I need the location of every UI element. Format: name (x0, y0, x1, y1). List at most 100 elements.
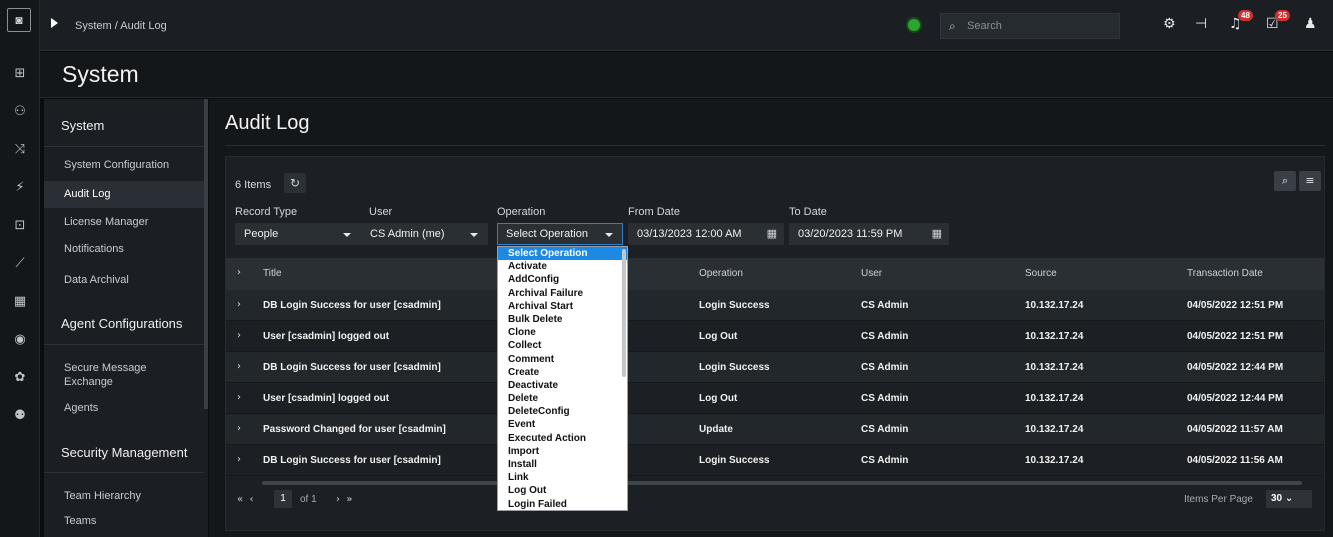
chart-icon[interactable]: ⟋ (0, 256, 40, 271)
cell-operation: Login Success (699, 362, 770, 373)
status-indicator-icon[interactable] (908, 19, 920, 31)
to-date-field[interactable]: 03/20/2023 11:59 PM ▦ (789, 223, 949, 245)
expand-row-icon[interactable]: › (237, 423, 241, 434)
operation-option[interactable]: Login Failed (498, 498, 627, 510)
expand-all-icon[interactable]: › (237, 267, 241, 278)
cell-user: CS Admin (861, 393, 909, 404)
next-last-page-button[interactable]: › » (336, 494, 352, 505)
operation-option[interactable]: Comment (498, 353, 627, 366)
operation-option[interactable]: Event (498, 418, 627, 431)
column-title[interactable]: Title (263, 268, 282, 279)
operation-option[interactable]: Archival Start (498, 300, 627, 313)
search-input[interactable] (967, 17, 1115, 35)
sidebar-item-audit-log[interactable]: Audit Log (44, 181, 204, 208)
from-date-label: From Date (628, 206, 680, 218)
operation-option[interactable]: Create (498, 366, 627, 379)
sidebar-item-system-configuration[interactable]: System Configuration (44, 158, 204, 172)
lightning-icon[interactable]: ⚡ (0, 180, 40, 195)
expand-row-icon[interactable]: › (237, 392, 241, 403)
table-horizontal-scrollbar[interactable] (262, 481, 1302, 485)
operation-select[interactable]: Select Operation (497, 223, 623, 245)
operation-dropdown-list[interactable]: Select Operation Activate AddConfig Arch… (497, 246, 628, 511)
user-profile-icon[interactable]: ♟ (1304, 16, 1317, 32)
operation-option[interactable]: Delete (498, 392, 627, 405)
teams-icon[interactable]: ⚇ (0, 104, 40, 119)
table-row[interactable]: › DB Login Success for user [csadmin] Lo… (226, 352, 1324, 383)
users-icon[interactable]: ⚉ (0, 408, 40, 423)
calendar-icon[interactable]: ▦ (767, 224, 777, 244)
column-transaction-date[interactable]: Transaction Date (1187, 268, 1263, 279)
menu-button[interactable]: ≡ (1299, 171, 1321, 191)
cell-source: 10.132.17.24 (1025, 455, 1084, 466)
tasks-icon[interactable]: ☑ 25 (1266, 10, 1290, 32)
table-row[interactable]: › User [csadmin] logged out Log Out CS A… (226, 383, 1324, 414)
column-user[interactable]: User (861, 268, 882, 279)
record-type-select[interactable]: People (235, 223, 361, 245)
cell-source: 10.132.17.24 (1025, 331, 1084, 342)
chevron-down-icon (605, 233, 613, 237)
table-row[interactable]: › Password Changed for user [csadmin] Up… (226, 414, 1324, 445)
expand-row-icon[interactable]: › (237, 299, 241, 310)
sidebar-item-teams[interactable]: Teams (44, 514, 204, 528)
from-date-field[interactable]: 03/13/2023 12:00 AM ▦ (628, 223, 784, 245)
sidebar-item-agents[interactable]: Agents (44, 401, 204, 415)
briefcase-icon[interactable]: ⊡ (0, 218, 40, 233)
sidebar-item-secure-message-exchange[interactable]: Secure Message Exchange (44, 361, 154, 389)
operation-option[interactable]: Clone (498, 326, 627, 339)
search-icon: ⌕ (949, 19, 956, 33)
breadcrumb[interactable]: System / Audit Log (75, 20, 167, 32)
refresh-button[interactable]: ↻ (284, 173, 306, 193)
operation-option[interactable]: Collect (498, 339, 627, 352)
table-row[interactable]: › User [csadmin] logged out Log Out CS A… (226, 321, 1324, 352)
first-prev-page-button[interactable]: « ‹ (237, 494, 253, 505)
search-toggle-button[interactable]: ⌕ (1274, 171, 1296, 191)
hierarchy-icon[interactable]: ⊣ (1195, 16, 1207, 32)
operation-option[interactable]: Select Operation (498, 247, 627, 261)
items-per-page-select[interactable]: 30 ⌄ (1266, 490, 1312, 508)
sidebar-item-team-hierarchy[interactable]: Team Hierarchy (44, 489, 204, 503)
settings-ring-icon[interactable]: ✿ (0, 370, 40, 385)
operation-option[interactable]: Link (498, 471, 627, 484)
target-icon[interactable]: ◉ (0, 332, 40, 347)
expand-row-icon[interactable]: › (237, 330, 241, 341)
operation-option[interactable]: Archival Failure (498, 287, 627, 300)
cell-transaction-date: 04/05/2022 11:56 AM (1187, 455, 1283, 466)
table-row[interactable]: › DB Login Success for user [csadmin] Lo… (226, 290, 1324, 321)
search-box[interactable]: ⌕ (940, 13, 1120, 39)
sidebar-item-license-manager[interactable]: License Manager (44, 215, 204, 229)
operation-option[interactable]: AddConfig (498, 273, 627, 286)
operation-option[interactable]: Import (498, 445, 627, 458)
current-page[interactable]: 1 (274, 490, 292, 508)
divider (44, 344, 204, 345)
operation-option[interactable]: Executed Action (498, 432, 627, 445)
table-row[interactable]: › DB Login Success for user [csadmin] Lo… (226, 445, 1324, 476)
sidebar-scrollbar[interactable] (204, 99, 208, 409)
operation-option[interactable]: Activate (498, 260, 627, 273)
dashboard-icon[interactable]: ⊞ (0, 66, 40, 81)
operation-option[interactable]: DeleteConfig (498, 405, 627, 418)
column-operation[interactable]: Operation (699, 268, 743, 279)
expand-row-icon[interactable]: › (237, 361, 241, 372)
user-value: CS Admin (me) (370, 228, 445, 240)
user-select[interactable]: CS Admin (me) (361, 223, 488, 245)
operation-option[interactable]: Bulk Delete (498, 313, 627, 326)
column-source[interactable]: Source (1025, 268, 1057, 279)
dropdown-scrollbar[interactable] (622, 249, 626, 377)
bell-icon[interactable]: ♫ 48 (1229, 10, 1253, 32)
grid-icon[interactable]: ▦ (0, 294, 40, 309)
sidebar-item-data-archival[interactable]: Data Archival (44, 273, 204, 287)
sidebar-item-notifications[interactable]: Notifications (44, 242, 204, 256)
refresh-icon: ↻ (289, 176, 301, 190)
shuffle-icon[interactable]: ⤨ (0, 142, 40, 157)
items-count: 6 Items (235, 179, 272, 191)
play-icon[interactable] (51, 18, 58, 28)
calendar-icon[interactable]: ▦ (932, 224, 942, 244)
operation-option[interactable]: Deactivate (498, 379, 627, 392)
expand-row-icon[interactable]: › (237, 454, 241, 465)
search-icon: ⌕ (1281, 174, 1289, 187)
operation-option[interactable]: Log Out (498, 484, 627, 497)
gear-icon[interactable]: ⚙ (1163, 16, 1176, 32)
divider (225, 145, 1325, 146)
app-logo-icon[interactable]: ◙ (7, 8, 31, 32)
operation-option[interactable]: Install (498, 458, 627, 471)
